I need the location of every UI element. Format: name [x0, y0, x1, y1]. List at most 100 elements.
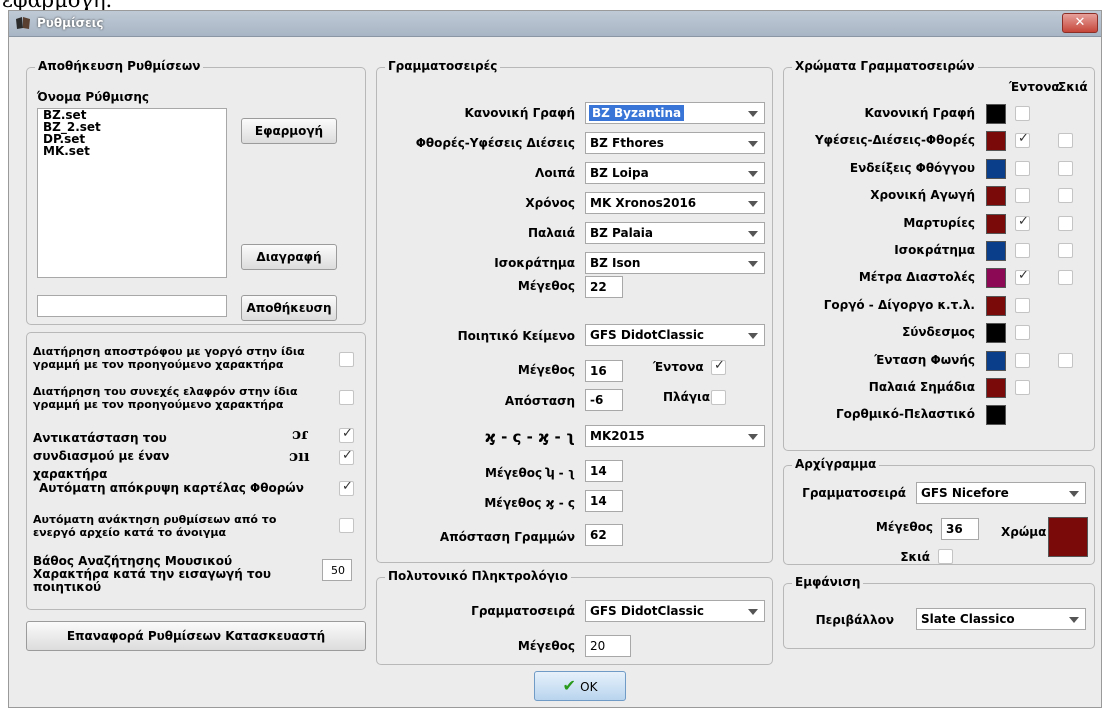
- ok-button[interactable]: ✔ OK: [534, 671, 626, 701]
- settings-name-input[interactable]: [37, 295, 227, 317]
- color-bold-checkbox[interactable]: [1015, 243, 1030, 258]
- color-swatch[interactable]: [986, 405, 1006, 426]
- replace-combo-label: Αντικατάσταση του συνδιασμού με έναν χαρ…: [33, 431, 170, 481]
- color-bold-checkbox[interactable]: [1015, 188, 1030, 204]
- list-item[interactable]: MK.set: [38, 145, 226, 157]
- font-row-value: BZ Palaia: [590, 226, 654, 240]
- color-swatch[interactable]: [986, 350, 1006, 371]
- color-bold-checkbox[interactable]: [1015, 352, 1030, 368]
- search-depth-input[interactable]: 50: [322, 559, 352, 581]
- font-row-combo[interactable]: BZ Palaia: [585, 222, 765, 244]
- font-row-combo[interactable]: BZ Ison: [585, 252, 765, 274]
- initial-size-input[interactable]: 36: [941, 518, 979, 540]
- auto-hide-checkbox[interactable]: ✓: [339, 479, 354, 496]
- keep-continuous-checkbox[interactable]: [339, 390, 354, 405]
- apply-button[interactable]: Εφαρμογή: [241, 118, 337, 144]
- italic-checkbox[interactable]: [711, 390, 726, 405]
- color-swatch[interactable]: [986, 186, 1006, 207]
- font-row-label: Ισοκράτημα: [494, 256, 575, 270]
- check-icon: ✓: [342, 426, 353, 441]
- color-swatch[interactable]: [986, 323, 1006, 344]
- search-depth-label: Βάθος Αναζήτησης Μουσικού Χαρακτήρα κατά…: [33, 554, 271, 594]
- reset-defaults-button[interactable]: Επαναφορά Ρυθμίσεων Κατασκευαστή: [26, 621, 366, 651]
- font-row-combo[interactable]: BZ Fthores: [585, 132, 765, 154]
- save-settings-group: Αποθήκευση Ρυθμίσεων Όνομα Ρύθμισης BZ.s…: [26, 59, 366, 325]
- color-shadow-checkbox[interactable]: [1058, 270, 1073, 286]
- font-row-combo[interactable]: BZ Loipa: [585, 162, 765, 184]
- fonts-group: Γραμματοσειρές Κανονική Γραφή BZ Byzantin…: [376, 59, 773, 563]
- color-shadow-checkbox[interactable]: [1058, 352, 1073, 368]
- color-swatch[interactable]: [986, 378, 1006, 398]
- auto-restore-checkbox[interactable]: [339, 518, 354, 533]
- color-bold-checkbox[interactable]: ✓: [1015, 214, 1030, 231]
- book-icon: [16, 17, 30, 29]
- color-swatch[interactable]: [986, 295, 1006, 316]
- size-ks-input[interactable]: 14: [585, 490, 623, 512]
- font-row-combo[interactable]: BZ Byzantina: [585, 102, 765, 124]
- chevron-down-icon: [1069, 491, 1079, 497]
- environment-value: Slate Classico: [921, 612, 1015, 626]
- size-lu-input[interactable]: 14: [585, 460, 623, 482]
- color-shadow-checkbox[interactable]: [1058, 160, 1073, 176]
- color-swatch[interactable]: [986, 213, 1006, 234]
- size-lu-label: Μέγεθος ʮ - ʅ: [485, 466, 575, 480]
- environment-combo[interactable]: Slate Classico: [916, 608, 1086, 630]
- color-swatch[interactable]: [986, 158, 1006, 179]
- initial-font-combo[interactable]: GFS Nicefore: [916, 482, 1086, 504]
- distance-input[interactable]: -6: [585, 389, 623, 411]
- line-gap-input[interactable]: 62: [585, 524, 623, 546]
- poetic-font-combo[interactable]: GFS DidotClassic: [585, 324, 765, 346]
- font-colors-group: Χρώματα Γραμματοσειρών Έντονα Σκιά Κανον…: [783, 59, 1095, 451]
- keyboard-font-combo[interactable]: GFS DidotClassic: [585, 600, 765, 622]
- replace-2-checkbox[interactable]: ✓: [339, 448, 354, 465]
- delete-button[interactable]: Διαγραφή: [241, 244, 337, 270]
- color-shadow-checkbox[interactable]: [1058, 243, 1073, 258]
- check-icon: ✓: [342, 479, 353, 494]
- color-shadow-checkbox[interactable]: [1058, 133, 1073, 149]
- color-row-label: Υφέσεις-Διέσεις-Φθορές: [814, 133, 975, 148]
- color-swatch[interactable]: [986, 131, 1006, 152]
- color-swatch[interactable]: [986, 241, 1006, 261]
- font-row-combo[interactable]: MK Xronos2016: [585, 192, 765, 214]
- color-bold-checkbox[interactable]: [1015, 380, 1030, 395]
- poetic-size-label: Μέγεθος: [517, 363, 575, 377]
- chevron-down-icon: [748, 201, 758, 207]
- color-shadow-checkbox[interactable]: [1058, 215, 1073, 231]
- color-row-label: Ένταση Φωνής: [874, 352, 975, 367]
- replace-1-checkbox[interactable]: ✓: [339, 426, 354, 443]
- initial-font-value: GFS Nicefore: [921, 486, 1009, 500]
- keep-apostrophe-checkbox[interactable]: [339, 352, 354, 367]
- chevron-down-icon: [748, 261, 758, 267]
- close-button[interactable]: ✕: [1062, 13, 1098, 33]
- save-button[interactable]: Αποθήκευση: [241, 295, 337, 321]
- color-shadow-checkbox[interactable]: [1058, 188, 1073, 204]
- color-bold-checkbox[interactable]: [1015, 325, 1030, 341]
- color-swatch[interactable]: [986, 104, 1006, 124]
- titlebar: Ρυθμίσεις ✕: [9, 11, 1101, 37]
- color-row-label: Μαρτυρίες: [903, 215, 975, 230]
- marks-font-value: MK2015: [590, 429, 645, 443]
- marks-font-label: ϗ - ς - ϗ - ʅ: [484, 428, 575, 446]
- options-group: Διατήρηση αποστρόφου με γοργό στην ίδια …: [26, 332, 366, 610]
- marks-font-combo[interactable]: MK2015: [585, 425, 765, 447]
- initial-shadow-checkbox[interactable]: [938, 549, 953, 564]
- initial-color-swatch[interactable]: [1048, 517, 1088, 557]
- color-bold-checkbox[interactable]: [1015, 106, 1030, 121]
- color-bold-checkbox[interactable]: ✓: [1015, 131, 1030, 149]
- poetic-size-input[interactable]: 16: [585, 360, 623, 382]
- bold-checkbox[interactable]: ✓: [711, 358, 726, 375]
- color-bold-checkbox[interactable]: [1015, 297, 1030, 313]
- font-row-value: BZ Fthores: [590, 136, 664, 150]
- save-settings-title: Αποθήκευση Ρυθμίσεων: [35, 59, 204, 73]
- font-row-value: BZ Loipa: [590, 166, 649, 180]
- font-size-input[interactable]: 22: [585, 276, 623, 298]
- color-bold-checkbox[interactable]: [1015, 160, 1030, 176]
- font-row-label: Παλαιά: [527, 226, 575, 240]
- keyboard-size-input[interactable]: 20: [585, 635, 631, 657]
- color-swatch[interactable]: [986, 268, 1006, 289]
- color-bold-checkbox[interactable]: ✓: [1015, 268, 1030, 286]
- close-icon: ✕: [1074, 15, 1086, 30]
- settings-file-list[interactable]: BZ.set BZ_2.set DP.set MK.set: [37, 108, 227, 278]
- font-row-value: BZ Ison: [590, 256, 641, 270]
- chevron-down-icon: [748, 333, 758, 339]
